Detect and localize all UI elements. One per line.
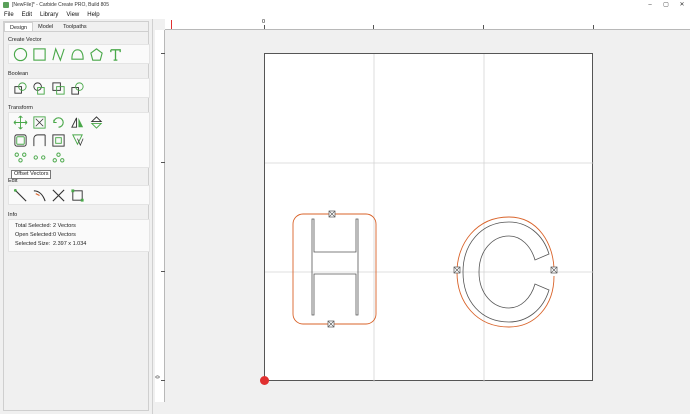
open-selected-value: 0 Vectors <box>53 232 76 238</box>
info-section: Info Total Selected: 2 Vectors Open Sele… <box>8 212 150 252</box>
text-tool-icon[interactable] <box>107 46 124 63</box>
vertical-ruler: 0 <box>155 30 165 402</box>
rectangle-tool-icon[interactable] <box>31 46 48 63</box>
total-selected-label: Total Selected: <box>15 223 52 229</box>
polygon-tool-icon[interactable] <box>88 46 105 63</box>
info-panel: Total Selected: 2 Vectors Open Selected:… <box>8 219 150 252</box>
sidebar-tabs: Design Model Toolpaths <box>4 22 148 32</box>
h-inner-outline <box>311 218 359 316</box>
edit-section: Edit <box>8 178 150 205</box>
move-icon[interactable] <box>12 114 29 131</box>
open-selected-label: Open Selected: <box>15 232 53 238</box>
mirror-icon[interactable] <box>69 114 86 131</box>
fillet-icon[interactable] <box>31 132 48 149</box>
menu-file[interactable]: File <box>0 12 18 18</box>
title-bar: [NewFile]* - Carbide Create PRO, Build 8… <box>0 0 690 10</box>
curve-tool-icon[interactable] <box>69 46 86 63</box>
node-edit-icon[interactable] <box>12 149 29 166</box>
join-vectors-icon[interactable] <box>31 149 48 166</box>
letter-h-vector[interactable] <box>292 210 377 328</box>
create-vector-section: Create Vector <box>8 37 150 64</box>
total-selected-row: Total Selected: 2 Vectors <box>9 222 149 231</box>
boolean-union-icon[interactable] <box>12 80 29 97</box>
window-controls: – ▢ ✕ <box>642 0 690 10</box>
h-ruler-tick <box>593 25 594 29</box>
horizontal-ruler: 0 <box>165 19 690 30</box>
h-ruler-tick <box>264 25 265 29</box>
total-selected-value: 2 Vectors <box>53 223 76 229</box>
h-ruler-tick <box>483 25 484 29</box>
selected-size-row: Selected Size: 2.397 x 1.034 <box>9 240 149 249</box>
menu-library[interactable]: Library <box>36 12 62 18</box>
array-icon[interactable] <box>69 132 86 149</box>
bounding-box-icon[interactable] <box>69 187 86 204</box>
tab-model[interactable]: Model <box>33 22 58 31</box>
offset-vectors-tooltip: Offset Vectors <box>11 170 52 179</box>
select-pointer-icon[interactable] <box>12 187 29 204</box>
edit-tools <box>8 185 150 205</box>
maximize-button[interactable]: ▢ <box>658 0 674 10</box>
align-icon[interactable] <box>50 132 67 149</box>
menu-help[interactable]: Help <box>83 12 103 18</box>
create-vector-tools <box>8 44 150 64</box>
trim-icon[interactable] <box>31 187 48 204</box>
circle-tool-icon[interactable] <box>12 46 29 63</box>
flip-icon[interactable] <box>88 114 105 131</box>
h-ruler-tick <box>373 25 374 29</box>
boolean-tools <box>8 78 150 98</box>
transform-tools <box>8 112 150 168</box>
ruler-position-marker <box>171 20 172 29</box>
open-selected-row: Open Selected: 0 Vectors <box>9 231 149 240</box>
transform-heading: Transform <box>8 105 33 111</box>
panel-divider[interactable] <box>152 19 153 414</box>
boolean-heading: Boolean <box>8 71 29 77</box>
selected-size-value: 2.397 x 1.034 <box>53 241 87 247</box>
close-button[interactable]: ✕ <box>674 0 690 10</box>
selected-size-label: Selected Size: <box>15 241 51 247</box>
h-offset-outline <box>292 213 377 325</box>
offset-vectors-icon[interactable] <box>12 132 29 149</box>
window-title: [NewFile]* - Carbide Create PRO, Build 8… <box>12 2 109 8</box>
v-ruler-zero-label: 0 <box>155 375 162 379</box>
design-sidebar: Design Model Toolpaths Create Vector Boo… <box>3 21 150 411</box>
minimize-button[interactable]: – <box>642 0 658 10</box>
boolean-subtract-icon[interactable] <box>31 80 48 97</box>
boolean-weld-icon[interactable] <box>69 80 86 97</box>
close-vectors-icon[interactable] <box>50 149 67 166</box>
design-canvas[interactable] <box>165 30 690 402</box>
scale-icon[interactable] <box>31 114 48 131</box>
grid-lines <box>265 54 594 382</box>
rotate-icon[interactable] <box>50 114 67 131</box>
app-icon <box>3 2 9 8</box>
transform-section: Transform <box>8 105 150 168</box>
boolean-section: Boolean <box>8 71 150 98</box>
create-vector-heading: Create Vector <box>8 37 42 43</box>
edit-heading: Edit <box>8 178 18 184</box>
menu-view[interactable]: View <box>62 12 83 18</box>
menu-edit[interactable]: Edit <box>18 12 36 18</box>
cut-vectors-icon[interactable] <box>50 187 67 204</box>
stock-workspace[interactable] <box>264 53 594 382</box>
boolean-intersect-icon[interactable] <box>50 80 67 97</box>
menu-bar: File Edit Library View Help <box>0 10 690 19</box>
canvas-drawing <box>265 54 594 382</box>
tab-toolpaths[interactable]: Toolpaths <box>58 22 92 31</box>
polyline-tool-icon[interactable] <box>50 46 67 63</box>
origin-marker-icon <box>260 376 269 385</box>
tab-design[interactable]: Design <box>4 22 34 31</box>
info-heading: Info <box>8 212 18 218</box>
